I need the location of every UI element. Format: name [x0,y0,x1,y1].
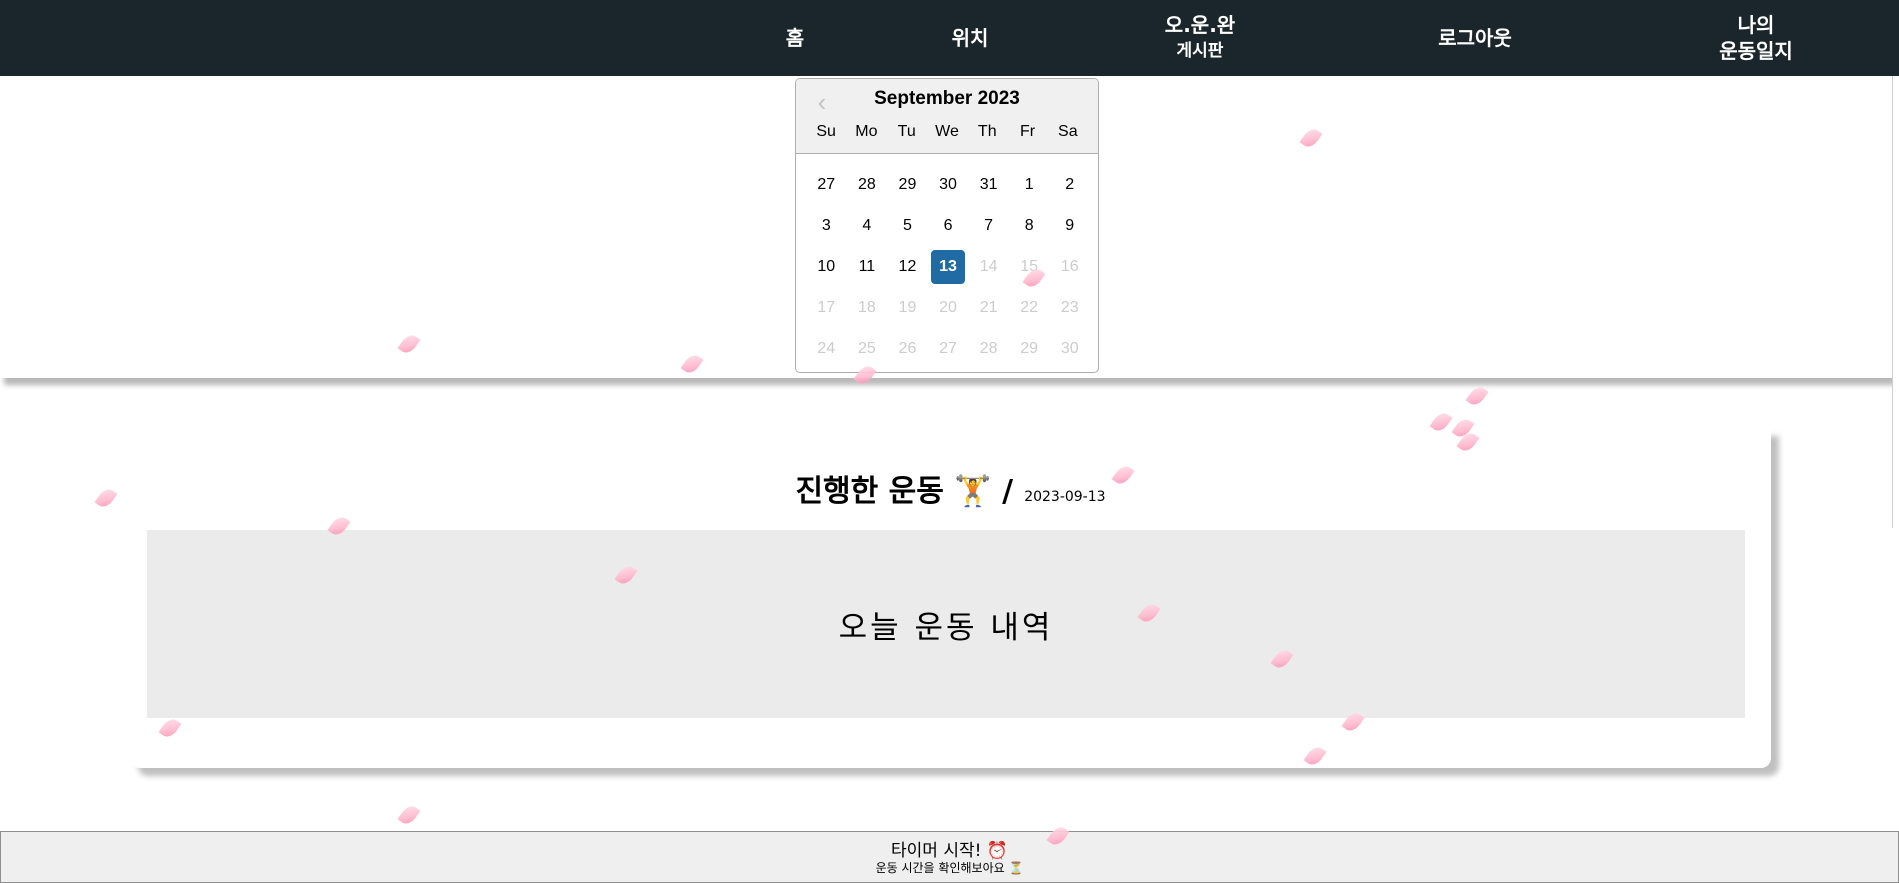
nav-home-label: 홈 [785,26,805,50]
datepicker-week-row: 24 25 26 27 28 29 30 [806,328,1090,369]
workout-date: 2023-09-13 [1024,489,1106,505]
datepicker-week-row: 27 28 29 30 31 1 2 [806,164,1090,205]
nav-location-link[interactable]: 위치 [930,0,1010,76]
workout-card: 진행한 운동 🏋 / 2023-09-13 오늘 운동 내역 [130,428,1771,768]
weekday-label: Sa [1058,123,1078,140]
day-cell-disabled: 25 [857,339,876,357]
day-cell-disabled: 18 [857,298,876,316]
day-cell[interactable]: 29 [891,168,925,202]
nav-diary-label-line2: 운동일지 [1719,39,1793,63]
weekday-label: Su [816,123,836,140]
petal-decoration [1465,383,1489,409]
nav-board-link[interactable]: 오.운.완 게시판 [1150,0,1250,76]
day-cell-disabled: 24 [817,339,836,357]
top-navbar: 홈 위치 오.운.완 게시판 로그아웃 나의 운동일지 [0,0,1899,76]
scrollbar[interactable] [1892,76,1899,528]
datepicker-week-row: 17 18 19 20 21 22 23 [806,287,1090,328]
workout-card-title: 진행한 운동 🏋 / 2023-09-13 [130,466,1771,510]
day-cell-disabled: 20 [939,298,957,316]
day-cell[interactable]: 5 [891,209,925,243]
workout-history-text: 오늘 운동 내역 [838,609,1054,646]
petal-decoration [94,485,118,511]
weekday-label: Mo [855,123,878,140]
day-cell[interactable]: 3 [809,209,843,243]
day-cell-disabled: 29 [1020,339,1039,357]
day-cell-disabled: 22 [1020,298,1039,316]
day-cell-disabled: 16 [1060,257,1079,275]
datepicker-week-row: 10 11 12 13 14 15 16 [806,246,1090,287]
weekday-label: Tu [897,123,916,140]
timer-title: 타이머 시작! ⏰ [891,841,1008,861]
datepicker: ‹ September 2023 Su Mo Tu We Th Fr Sa 27… [795,78,1099,373]
weekday-label: Fr [1019,123,1036,140]
timer-subtitle: 운동 시간을 확인해보아요 ⏳ [875,861,1024,875]
workout-history-box: 오늘 운동 내역 [147,530,1745,718]
day-cell[interactable]: 1 [1012,168,1046,202]
day-cell-disabled: 21 [979,298,998,316]
day-cell-disabled: 17 [817,298,836,316]
day-cell-disabled: 19 [898,298,917,316]
day-cell[interactable]: 8 [1012,209,1046,243]
workout-title: 진행한 운동 🏋 / [795,474,1014,509]
timer-start-button[interactable]: 타이머 시작! ⏰ 운동 시간을 확인해보아요 ⏳ [0,831,1899,883]
day-cell-disabled: 26 [898,339,917,357]
day-cell-disabled: 28 [979,339,998,357]
day-cell-disabled: 27 [939,339,957,357]
nav-logout-link[interactable]: 로그아웃 [1410,0,1540,76]
day-cell-disabled: 14 [979,257,998,275]
day-cell[interactable]: 27 [809,168,843,202]
nav-diary-label-line1: 나의 [1737,13,1775,37]
datepicker-header: ‹ September 2023 Su Mo Tu We Th Fr Sa [796,79,1098,154]
nav-diary-link[interactable]: 나의 운동일지 [1700,0,1812,76]
nav-location-label: 위치 [951,26,989,50]
nav-home-link[interactable]: 홈 [770,0,820,76]
datepicker-month-label: September 2023 [874,88,1020,109]
weekday-label: Th [977,123,997,140]
day-cell[interactable]: 11 [850,250,884,284]
day-cell[interactable]: 12 [891,250,925,284]
day-cell-disabled: 30 [1060,339,1079,357]
petal-decoration [397,802,421,828]
datepicker-week-row: 3 4 5 6 7 8 9 [806,205,1090,246]
day-cell[interactable]: 9 [1053,209,1087,243]
day-cell[interactable]: 31 [972,168,1006,202]
day-cell[interactable]: 28 [850,168,884,202]
day-cell-disabled: 23 [1060,298,1079,316]
day-cell[interactable]: 7 [972,209,1006,243]
day-cell[interactable]: 4 [850,209,884,243]
datepicker-weekdays: Su Mo Tu We Th Fr Sa [806,123,1088,141]
weekday-label: We [935,123,959,140]
day-cell-selected[interactable]: 13 [931,249,965,284]
datepicker-days-grid: 27 28 29 30 31 1 2 3 4 5 6 7 8 9 10 11 1… [806,164,1090,369]
day-cell[interactable]: 6 [931,209,965,243]
nav-board-label-line1: 오.운.완 [1164,13,1236,37]
day-cell[interactable]: 2 [1053,168,1087,202]
day-cell[interactable]: 30 [931,168,965,202]
nav-board-label-line2: 게시판 [1176,41,1224,61]
day-cell[interactable]: 10 [809,250,843,284]
nav-logout-label: 로그아웃 [1438,26,1512,50]
